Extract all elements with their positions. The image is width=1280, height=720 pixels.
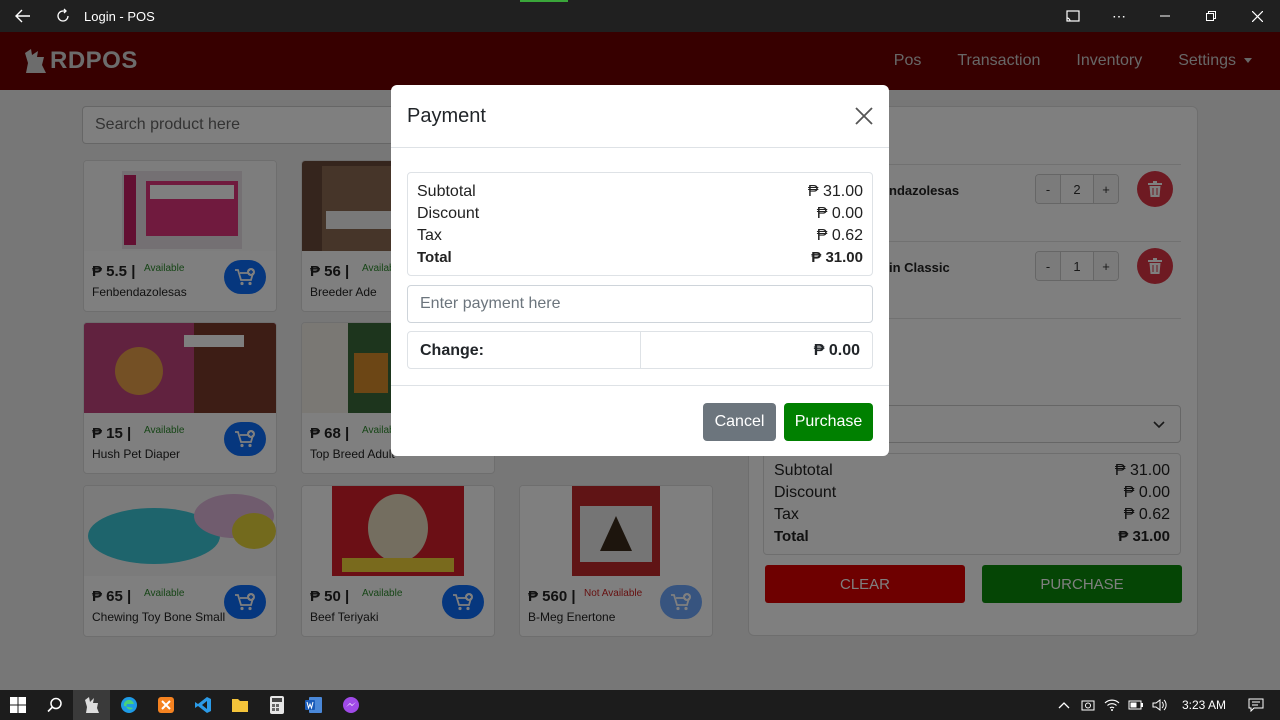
refresh-icon[interactable] <box>46 0 80 32</box>
cast-icon[interactable] <box>1050 0 1096 32</box>
subtotal-row: Subtotal ₱ 31.00 <box>417 183 863 205</box>
subtotal-value: ₱ 31.00 <box>807 183 863 200</box>
taskbar: 3:23 AM <box>0 690 1280 720</box>
discount-value: ₱ 0.00 <box>816 205 863 222</box>
edge-browser-icon[interactable] <box>110 690 147 720</box>
more-options-icon[interactable]: ⋯ <box>1096 0 1142 32</box>
restore-icon[interactable] <box>1188 0 1234 32</box>
volume-icon[interactable] <box>1148 690 1172 720</box>
payment-summary: Subtotal ₱ 31.00 Discount ₱ 0.00 Tax ₱ 0.62… <box>407 172 873 276</box>
payment-input[interactable] <box>407 285 873 323</box>
chevron-up-icon[interactable] <box>1052 690 1076 720</box>
drag-indicator <box>520 0 568 2</box>
messenger-icon[interactable] <box>332 690 369 720</box>
modal-footer: Cancel Purchase <box>391 385 889 456</box>
wifi-icon[interactable] <box>1100 690 1124 720</box>
change-label: Change: <box>408 332 641 368</box>
file-explorer-icon[interactable] <box>221 690 258 720</box>
modal-header: Payment <box>391 85 889 148</box>
total-label: Total <box>417 249 452 266</box>
change-value: ₱ 0.00 <box>813 342 860 359</box>
close-window-icon[interactable] <box>1234 0 1280 32</box>
notification-icon[interactable] <box>1244 690 1268 720</box>
total-row: Total ₱ 31.00 <box>417 249 863 271</box>
discount-label: Discount <box>417 205 480 222</box>
search-icon[interactable] <box>36 690 73 720</box>
change-display: Change: ₱ 0.00 <box>407 331 873 369</box>
system-clock[interactable]: 3:23 AM <box>1182 698 1226 712</box>
back-arrow-icon[interactable] <box>0 0 46 32</box>
cancel-button[interactable]: Cancel <box>703 403 776 441</box>
payment-modal: Payment Subtotal ₱ 31.00 Discount ₱ 0.00 T… <box>391 85 889 456</box>
subtotal-label: Subtotal <box>417 183 476 200</box>
window-title-bar: Login - POS ⋯ <box>0 0 1280 32</box>
tax-value: ₱ 0.62 <box>816 227 863 244</box>
tax-row: Tax ₱ 0.62 <box>417 227 863 249</box>
total-value: ₱ 31.00 <box>811 249 863 266</box>
windows-start-icon[interactable] <box>0 690 36 720</box>
tax-label: Tax <box>417 227 442 244</box>
calculator-icon[interactable] <box>258 690 295 720</box>
close-icon[interactable] <box>853 105 875 127</box>
word-icon[interactable] <box>295 690 332 720</box>
minimize-icon[interactable] <box>1142 0 1188 32</box>
battery-icon[interactable] <box>1124 690 1148 720</box>
confirm-purchase-button[interactable]: Purchase <box>784 403 873 441</box>
discount-row: Discount ₱ 0.00 <box>417 205 863 227</box>
system-tray: 3:23 AM <box>1052 690 1280 720</box>
vscode-icon[interactable] <box>184 690 221 720</box>
window-title: Login - POS <box>84 8 155 24</box>
xampp-icon[interactable] <box>147 690 184 720</box>
pos-app-icon[interactable] <box>73 690 110 720</box>
modal-title: Payment <box>407 105 486 127</box>
camera-icon[interactable] <box>1076 690 1100 720</box>
